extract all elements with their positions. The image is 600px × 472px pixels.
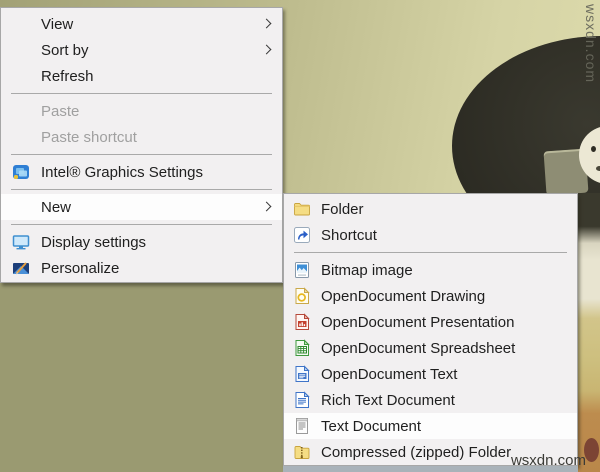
submenu-item-text-document[interactable]: Text Document [284, 413, 577, 439]
compressed-folder-icon [293, 443, 311, 461]
personalize-icon [12, 259, 30, 277]
od-spreadsheet-icon [293, 339, 311, 357]
menu-item-label: Sort by [41, 41, 89, 59]
menu-item-personalize[interactable]: Personalize [1, 255, 282, 281]
menu-item-label: Paste shortcut [41, 128, 137, 146]
watermark-bottom-right: wsxdn.com [510, 452, 586, 469]
menu-item-label: OpenDocument Drawing [321, 287, 486, 305]
menu-item-refresh[interactable]: Refresh [1, 63, 282, 89]
shortcut-icon [293, 226, 311, 244]
desktop-context-menu: View Sort by Refresh Paste Paste shortcu… [0, 7, 283, 283]
menu-item-label: Folder [321, 200, 364, 218]
wallpaper-detail [596, 166, 600, 171]
menu-item-view[interactable]: View [1, 11, 282, 37]
menu-item-display-settings[interactable]: Display settings [1, 229, 282, 255]
submenu-item-shortcut[interactable]: Shortcut [284, 222, 577, 248]
menu-item-label: OpenDocument Spreadsheet [321, 339, 516, 357]
od-drawing-icon [293, 287, 311, 305]
menu-item-new[interactable]: New [1, 194, 282, 220]
menu-item-paste-shortcut[interactable]: Paste shortcut [1, 124, 282, 150]
submenu-item-opendocument-spreadsheet[interactable]: OpenDocument Spreadsheet [284, 335, 577, 361]
wallpaper-detail [591, 146, 596, 152]
menu-item-label: Rich Text Document [321, 391, 455, 409]
folder-icon [293, 200, 311, 218]
menu-item-label: Shortcut [321, 226, 377, 244]
menu-separator [294, 252, 567, 253]
submenu-item-opendocument-drawing[interactable]: OpenDocument Drawing [284, 283, 577, 309]
menu-item-label: Refresh [41, 67, 94, 85]
submenu-item-opendocument-presentation[interactable]: OpenDocument Presentation [284, 309, 577, 335]
chevron-right-icon [261, 44, 272, 55]
submenu-item-bitmap-image[interactable]: Bitmap image [284, 257, 577, 283]
od-presentation-icon [293, 313, 311, 331]
chevron-right-icon [261, 18, 272, 29]
submenu-item-folder[interactable]: Folder [284, 196, 577, 222]
menu-separator [11, 154, 272, 155]
bitmap-image-icon [293, 261, 311, 279]
menu-item-label: Bitmap image [321, 261, 413, 279]
menu-item-label: Personalize [41, 259, 120, 277]
menu-item-label: OpenDocument Presentation [321, 313, 515, 331]
desktop: wsxdn.com wsxdn.com View Sort by Refresh… [0, 0, 600, 472]
menu-item-label: Text Document [321, 417, 422, 435]
menu-item-label: OpenDocument Text [321, 365, 458, 383]
menu-item-intel-graphics-settings[interactable]: Intel® Graphics Settings [1, 159, 282, 185]
menu-item-label: Display settings [41, 233, 147, 251]
chevron-right-icon [261, 201, 272, 212]
menu-item-paste[interactable]: Paste [1, 98, 282, 124]
display-settings-icon [12, 233, 30, 251]
submenu-item-rich-text-document[interactable]: Rich Text Document [284, 387, 577, 413]
menu-item-label: Paste [41, 102, 80, 120]
text-document-icon [293, 417, 311, 435]
menu-separator [11, 189, 272, 190]
menu-separator [11, 224, 272, 225]
menu-item-label: View [41, 15, 74, 33]
rich-text-icon [293, 391, 311, 409]
menu-item-label: Intel® Graphics Settings [41, 163, 203, 181]
wallpaper-detail [584, 438, 599, 462]
menu-item-label: New [41, 198, 72, 216]
menu-separator [11, 93, 272, 94]
wallpaper-right-strip [578, 193, 600, 472]
watermark-top-right: wsxdn.com [583, 4, 599, 84]
intel-graphics-icon [12, 163, 30, 181]
od-text-icon [293, 365, 311, 383]
new-submenu: Folder Shortcut Bitmap image OpenDocumen… [283, 193, 578, 466]
menu-item-label: Compressed (zipped) Folder [321, 443, 512, 461]
menu-item-sort-by[interactable]: Sort by [1, 37, 282, 63]
submenu-item-opendocument-text[interactable]: OpenDocument Text [284, 361, 577, 387]
